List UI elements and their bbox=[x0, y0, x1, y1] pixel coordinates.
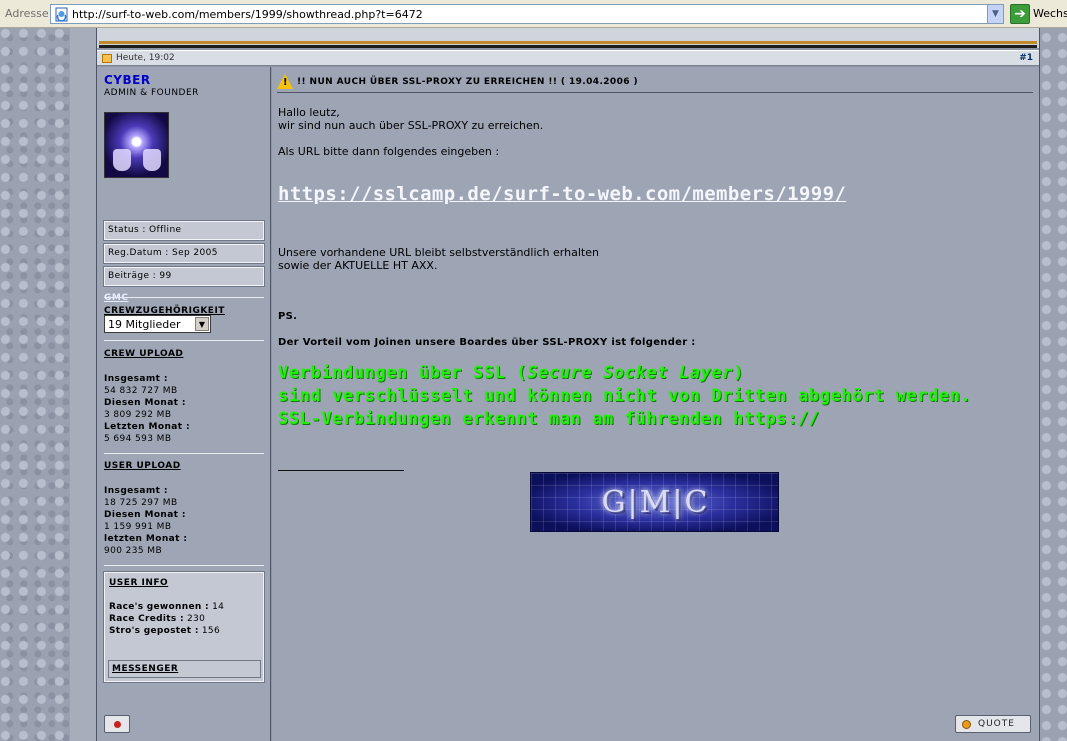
post-top-strip bbox=[97, 28, 1039, 48]
green-line-2: sind verschlüsselt und können nicht von … bbox=[278, 386, 972, 406]
messenger-link[interactable]: MESSENGER bbox=[112, 664, 178, 674]
quote-icon bbox=[962, 720, 971, 729]
warning-mark: ! bbox=[283, 77, 288, 88]
races-value: 14 bbox=[212, 602, 225, 612]
divider bbox=[104, 565, 264, 566]
message-area: ! !! NUN AUCH ÜBER SSL-PROXY ZU ERREICHE… bbox=[272, 67, 1039, 741]
address-label: Adresse bbox=[5, 7, 49, 20]
divider bbox=[104, 340, 264, 341]
gmc-banner-image: G|M|C bbox=[530, 472, 779, 532]
user-upload-heading: USER UPLOAD bbox=[104, 461, 181, 471]
crew-last-label: Letzten Monat : bbox=[104, 422, 190, 432]
message-title-row: ! !! NUN AUCH ÜBER SSL-PROXY ZU ERREICHE… bbox=[277, 71, 1033, 93]
post-icon bbox=[102, 54, 112, 63]
divider bbox=[104, 453, 264, 454]
address-url: http://surf-to-web.com/members/1999/show… bbox=[72, 8, 423, 21]
quote-label: QUOTE bbox=[978, 719, 1015, 729]
go-arrow-icon[interactable]: ➔ bbox=[1010, 4, 1030, 24]
user-last-label: letzten Monat : bbox=[104, 534, 188, 544]
message-line: wir sind nun auch über SSL-PROXY zu erre… bbox=[278, 119, 544, 132]
message-line: Als URL bitte dann folgendes eingeben : bbox=[278, 145, 500, 158]
status-box: Status : Offline bbox=[103, 220, 265, 241]
credits-label: Race Credits : bbox=[109, 614, 184, 624]
username-link[interactable]: CYBER bbox=[104, 73, 151, 87]
ps-label: PS. bbox=[278, 311, 298, 322]
page-background-left bbox=[0, 28, 70, 741]
green-line-3: SSL-Verbindungen erkennt man am führende… bbox=[278, 409, 820, 429]
quote-button[interactable]: QUOTE bbox=[955, 715, 1031, 733]
profile-button[interactable] bbox=[104, 715, 130, 733]
banner-logo: G|M|C bbox=[601, 485, 710, 520]
user-role: ADMIN & FOUNDER bbox=[104, 88, 199, 98]
avatar bbox=[104, 112, 169, 178]
message-line: Hallo leutz, bbox=[278, 106, 340, 119]
messenger-box[interactable]: MESSENGER bbox=[108, 660, 261, 678]
hand-left bbox=[113, 149, 131, 171]
page-icon bbox=[55, 7, 68, 22]
user-info-box: USER INFO Race's gewonnen : 14 Race Cred… bbox=[103, 571, 265, 683]
signature-divider bbox=[278, 470, 404, 471]
ssl-url-link[interactable]: https://sslcamp.de/surf-to-web.com/membe… bbox=[278, 183, 846, 205]
post-header: Heute, 19:02 #1 bbox=[97, 50, 1039, 66]
divider bbox=[99, 45, 1037, 48]
crew-last-value: 5 694 593 MB bbox=[104, 434, 172, 444]
crew-link[interactable]: GMC bbox=[104, 293, 128, 303]
credits-value: 230 bbox=[187, 614, 206, 624]
chevron-down-icon[interactable]: ▼ bbox=[195, 317, 209, 331]
vorteil-line: Der Vorteil vom Joinen unsere Boardes üb… bbox=[278, 337, 696, 348]
user-total-value: 18 725 297 MB bbox=[104, 498, 178, 508]
crew-total-label: Insgesamt : bbox=[104, 374, 168, 384]
races-label: Race's gewonnen : bbox=[109, 602, 209, 612]
members-select[interactable]: 19 Mitglieder ▼ bbox=[104, 315, 211, 333]
crew-month-label: Diesen Monat : bbox=[104, 398, 186, 408]
user-month-label: Diesen Monat : bbox=[104, 510, 186, 520]
user-last-value: 900 235 MB bbox=[104, 546, 163, 556]
divider bbox=[99, 41, 1037, 44]
user-info-heading: USER INFO bbox=[109, 578, 169, 588]
races-row: Race's gewonnen : 14 bbox=[109, 602, 224, 612]
forum-post: Heute, 19:02 #1 CYBER ADMIN & FOUNDER St… bbox=[96, 28, 1040, 741]
go-label[interactable]: Wechse bbox=[1033, 7, 1067, 20]
hand-right bbox=[143, 149, 161, 171]
message-line: Unsere vorhandene URL bleibt selbstverst… bbox=[278, 246, 599, 259]
address-bar: Adresse http://surf-to-web.com/members/1… bbox=[0, 0, 1067, 28]
page-background-right bbox=[1040, 28, 1067, 741]
green-italic: Secure Socket Layer bbox=[527, 363, 734, 383]
green-line-1: Verbindungen über SSL (Secure Socket Lay… bbox=[278, 363, 744, 383]
profile-dot-icon bbox=[114, 721, 121, 728]
user-panel: CYBER ADMIN & FOUNDER Status : Offline R… bbox=[97, 67, 271, 741]
message-line: sowie der AKTUELLE HT AXX. bbox=[278, 259, 438, 272]
stros-label: Stro's gepostet : bbox=[109, 626, 199, 636]
user-month-value: 1 159 991 MB bbox=[104, 522, 172, 532]
crew-month-value: 3 809 292 MB bbox=[104, 410, 172, 420]
stros-value: 156 bbox=[201, 626, 220, 636]
page-margin bbox=[70, 28, 96, 741]
stros-row: Stro's gepostet : 156 bbox=[109, 626, 220, 636]
post-number-link[interactable]: #1 bbox=[1019, 53, 1033, 63]
credits-row: Race Credits : 230 bbox=[109, 614, 205, 624]
green-text: Verbindungen über SSL ( bbox=[278, 363, 528, 383]
crew-upload-heading: CREW UPLOAD bbox=[104, 349, 184, 359]
post-date: Heute, 19:02 bbox=[116, 53, 175, 63]
members-select-value: 19 Mitglieder bbox=[108, 318, 181, 331]
chevron-down-icon[interactable]: ▼ bbox=[987, 5, 1003, 23]
address-input[interactable]: http://surf-to-web.com/members/1999/show… bbox=[50, 4, 1004, 24]
reg-date-box: Reg.Datum : Sep 2005 bbox=[103, 243, 265, 264]
message-title: !! NUN AUCH ÜBER SSL-PROXY ZU ERREICHEN … bbox=[297, 77, 638, 87]
green-text: ) bbox=[733, 363, 744, 383]
crew-total-value: 54 832 727 MB bbox=[104, 386, 178, 396]
user-total-label: Insgesamt : bbox=[104, 486, 168, 496]
posts-box: Beiträge : 99 bbox=[103, 266, 265, 287]
